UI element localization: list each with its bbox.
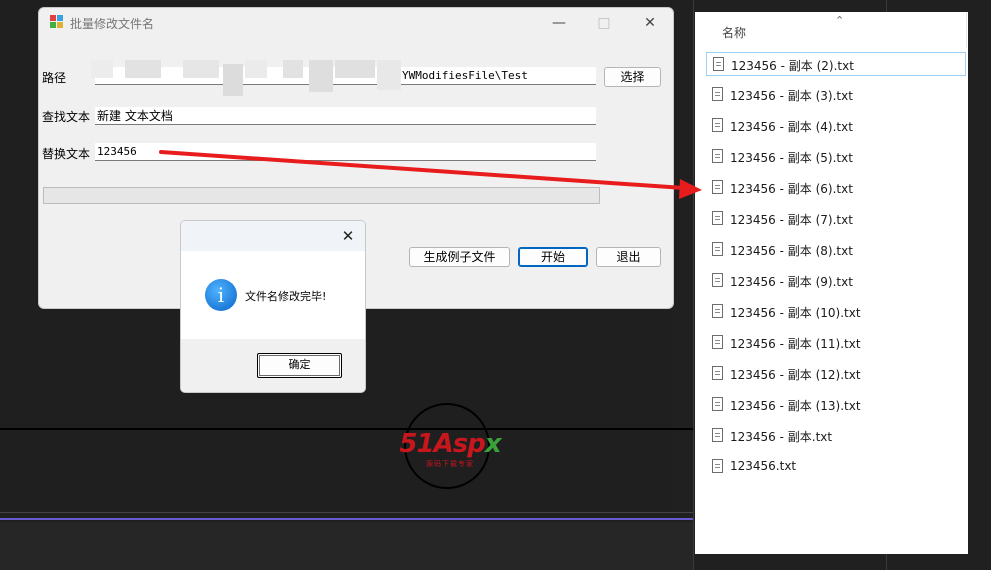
redacted-block [309, 60, 333, 92]
file-list-item[interactable]: 123456 - 副本 (5).txt [706, 145, 966, 169]
file-list-item[interactable]: 123456 - 副本 (2).txt [706, 52, 966, 76]
text-file-icon [712, 87, 723, 101]
file-list-item[interactable]: 123456 - 副本 (9).txt [706, 269, 966, 293]
file-name: 123456 - 副本 (11).txt [730, 337, 861, 351]
text-file-icon [712, 180, 723, 194]
watermark-text: 51Aspx [399, 429, 501, 459]
info-icon: i [205, 279, 237, 311]
file-name: 123456 - 副本 (3).txt [730, 89, 853, 103]
text-file-icon [712, 335, 723, 349]
file-name: 123456.txt [730, 459, 797, 473]
text-file-icon [712, 459, 723, 473]
file-name: 123456 - 副本 (10).txt [730, 306, 861, 320]
redacted-block [283, 60, 303, 78]
text-file-icon [713, 57, 724, 71]
find-text-input[interactable]: 新建 文本文档 [95, 107, 596, 125]
file-list-item[interactable]: 123456 - 副本 (4).txt [706, 114, 966, 138]
start-button[interactable]: 开始 [518, 247, 588, 267]
window-title: 批量修改文件名 [70, 17, 155, 31]
find-text-label: 查找文本 [42, 110, 91, 124]
file-name: 123456 - 副本 (7).txt [730, 213, 853, 227]
redacted-block [183, 60, 219, 78]
window-titlebar[interactable]: 批量修改文件名 — □ ✕ [39, 8, 673, 38]
file-list-item[interactable]: 123456 - 副本 (8).txt [706, 238, 966, 262]
text-file-icon [712, 366, 723, 380]
exit-button[interactable]: 退出 [596, 247, 661, 267]
redacted-block [91, 60, 113, 78]
file-list-item[interactable]: 123456 - 副本 (11).txt [706, 331, 966, 355]
progress-bar [43, 187, 600, 204]
file-name: 123456 - 副本 (6).txt [730, 182, 853, 196]
text-file-icon [712, 428, 723, 442]
text-file-icon [712, 211, 723, 225]
file-list-item[interactable]: 123456 - 副本 (10).txt [706, 300, 966, 324]
column-header-label: 名称 [722, 26, 747, 40]
app-icon [50, 15, 64, 29]
ok-button[interactable]: 确定 [257, 353, 342, 378]
file-list-item[interactable]: 123456 - 副本 (7).txt [706, 207, 966, 231]
sort-ascending-icon: ⌃ [835, 14, 845, 27]
message-text: 文件名修改完毕! [245, 290, 327, 303]
redacted-block [223, 64, 243, 96]
generate-sample-files-button[interactable]: 生成例子文件 [409, 247, 510, 267]
divider [693, 0, 694, 570]
close-icon[interactable]: ✕ [337, 225, 359, 247]
divider [0, 512, 693, 513]
redacted-block [377, 60, 401, 90]
column-header-name[interactable]: 名称 ⌃ [695, 12, 968, 48]
text-file-icon [712, 397, 723, 411]
minimize-icon[interactable]: — [544, 12, 574, 34]
file-list-item[interactable]: 123456 - 副本 (6).txt [706, 176, 966, 200]
file-name: 123456 - 副本 (4).txt [730, 120, 853, 134]
text-file-icon [712, 273, 723, 287]
background-strip [0, 522, 693, 570]
file-name: 123456 - 副本 (13).txt [730, 399, 861, 413]
file-list-item[interactable]: 123456 - 副本 (3).txt [706, 83, 966, 107]
replace-text-input[interactable]: 123456 [95, 143, 596, 161]
file-name: 123456 - 副本.txt [730, 430, 833, 444]
redacted-block [245, 60, 267, 78]
close-icon[interactable]: ✕ [635, 12, 665, 34]
file-name: 123456 - 副本 (9).txt [730, 275, 853, 289]
watermark-logo: 51Aspx 源码下载专家 [386, 403, 514, 495]
divider [0, 518, 693, 520]
text-file-icon [712, 242, 723, 256]
file-name: 123456 - 副本 (5).txt [730, 151, 853, 165]
redacted-block [125, 60, 161, 78]
watermark-tagline: 源码下载专家 [426, 460, 474, 468]
file-list-item[interactable]: 123456 - 副本.txt [706, 424, 966, 448]
text-file-icon [712, 149, 723, 163]
message-box: ✕ i 文件名修改完毕! 确定 [180, 220, 366, 393]
file-name: 123456 - 副本 (12).txt [730, 368, 861, 382]
file-list-item[interactable]: 123456 - 副本 (13).txt [706, 393, 966, 417]
file-name: 123456 - 副本 (2).txt [731, 59, 854, 73]
divider [0, 428, 693, 430]
path-label: 路径 [42, 71, 67, 85]
text-file-icon [712, 118, 723, 132]
column-separator[interactable] [966, 12, 967, 48]
file-explorer-list: 名称 ⌃ 123456 - 副本 (2).txt 123456 - 副本 (3).… [695, 12, 968, 554]
text-file-icon [712, 304, 723, 318]
maximize-icon[interactable]: □ [589, 12, 619, 34]
redacted-block [335, 60, 375, 78]
file-list-item[interactable]: 123456 - 副本 (12).txt [706, 362, 966, 386]
replace-text-label: 替换文本 [42, 147, 91, 161]
file-name: 123456 - 副本 (8).txt [730, 244, 853, 258]
file-list-item[interactable]: 123456.txt [706, 455, 966, 479]
select-button[interactable]: 选择 [604, 67, 661, 87]
